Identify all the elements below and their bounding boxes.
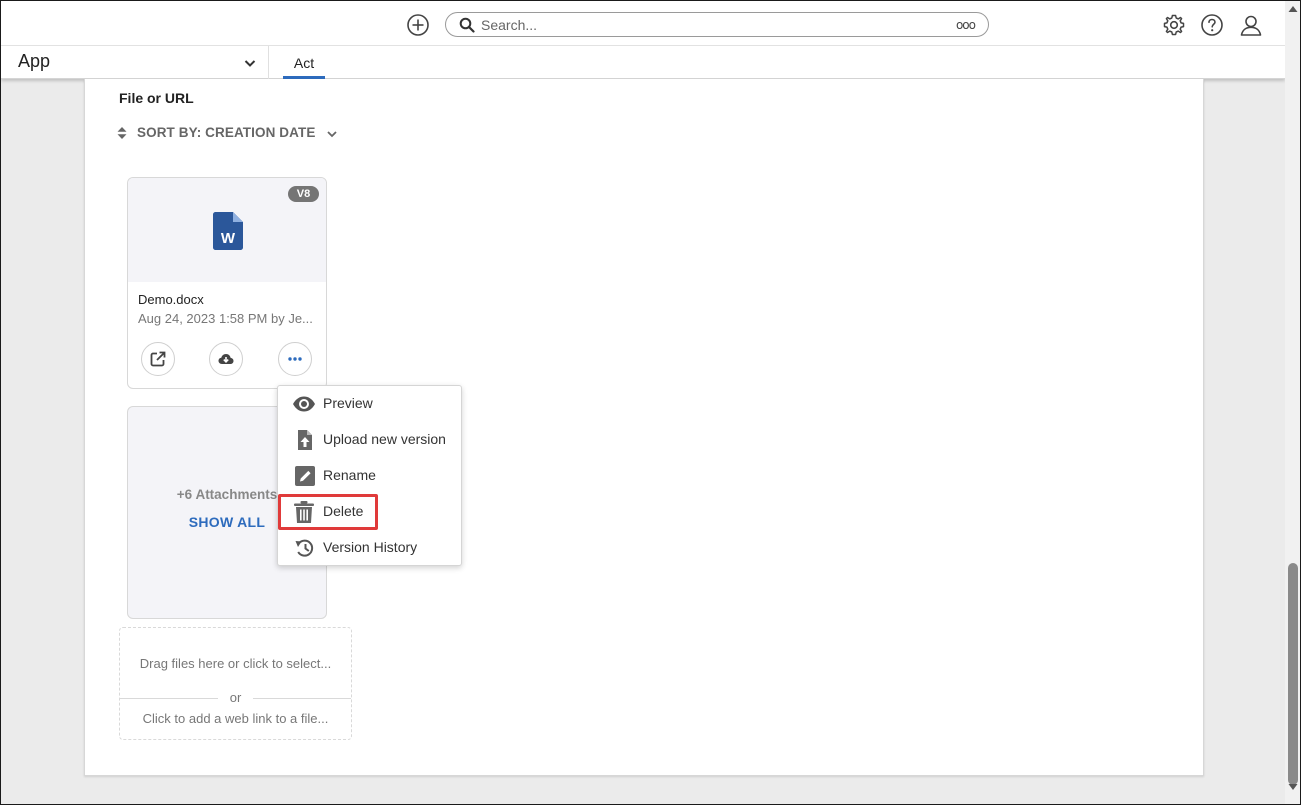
app-bar: App Act xyxy=(1,46,1285,79)
external-link-icon xyxy=(150,351,166,367)
menu-item-label: Version History xyxy=(323,539,418,555)
trash-icon xyxy=(294,501,314,523)
search-icon xyxy=(459,17,475,33)
scroll-down-arrow-icon[interactable] xyxy=(1288,783,1298,791)
file-name[interactable]: Demo.docx xyxy=(138,292,204,307)
add-web-link-text[interactable]: Click to add a web link to a file... xyxy=(120,711,351,726)
chevron-down-icon xyxy=(327,131,337,138)
menu-item-version-history[interactable]: Version History xyxy=(278,530,461,564)
cloud-download-icon xyxy=(218,354,234,364)
menu-item-label: Delete xyxy=(323,503,364,519)
gear-icon[interactable] xyxy=(1162,13,1186,37)
search-input[interactable] xyxy=(481,15,921,34)
add-icon[interactable] xyxy=(406,13,430,37)
search-bar[interactable]: ooo xyxy=(445,12,989,37)
drag-files-text[interactable]: Drag files here or click to select... xyxy=(120,656,351,671)
menu-item-label: Rename xyxy=(323,467,376,483)
search-options-icon[interactable]: ooo xyxy=(956,18,976,32)
upload-file-icon xyxy=(298,430,312,450)
section-title: File or URL xyxy=(119,90,194,106)
svg-text:W: W xyxy=(221,230,236,247)
more-horizontal-icon xyxy=(288,357,302,361)
menu-item-upload-new-version[interactable]: Upload new version xyxy=(278,422,461,456)
tab-act[interactable]: Act xyxy=(283,46,325,79)
help-icon[interactable] xyxy=(1200,13,1224,37)
file-dropzone[interactable]: Drag files here or click to select... or… xyxy=(119,627,352,740)
history-icon xyxy=(295,539,314,557)
menu-item-label: Upload new version xyxy=(323,431,446,447)
app-window: ooo App Act File or URL xyxy=(0,0,1301,805)
pencil-icon xyxy=(295,466,315,486)
word-document-icon: W xyxy=(213,212,243,250)
eye-icon xyxy=(293,396,315,412)
file-meta: Aug 24, 2023 1:58 PM by Je... xyxy=(138,311,313,326)
app-selector[interactable]: App xyxy=(1,46,269,79)
scroll-up-arrow-icon[interactable] xyxy=(1288,5,1298,13)
sort-icon xyxy=(117,127,127,139)
menu-item-delete[interactable]: Delete xyxy=(278,494,461,528)
sort-by-label: SORT BY: CREATION DATE xyxy=(137,125,316,140)
more-options-button[interactable] xyxy=(278,342,312,376)
user-profile-icon[interactable] xyxy=(1239,13,1263,37)
top-bar: ooo xyxy=(1,1,1285,46)
menu-item-rename[interactable]: Rename xyxy=(278,458,461,492)
version-badge: V8 xyxy=(288,186,319,202)
chevron-down-icon xyxy=(244,60,256,67)
download-button[interactable] xyxy=(209,342,243,376)
scrollbar-thumb[interactable] xyxy=(1288,563,1298,785)
menu-item-preview[interactable]: Preview xyxy=(278,386,461,420)
app-selector-label: App xyxy=(18,51,51,71)
menu-item-label: Preview xyxy=(323,395,373,411)
file-card[interactable]: V8 W Demo.docx Aug 24, 2023 1:58 PM by J… xyxy=(127,177,327,389)
or-separator: or xyxy=(229,690,242,705)
file-options-menu: Preview Upload new version Rename Delete… xyxy=(277,385,462,566)
open-external-button[interactable] xyxy=(141,342,175,376)
